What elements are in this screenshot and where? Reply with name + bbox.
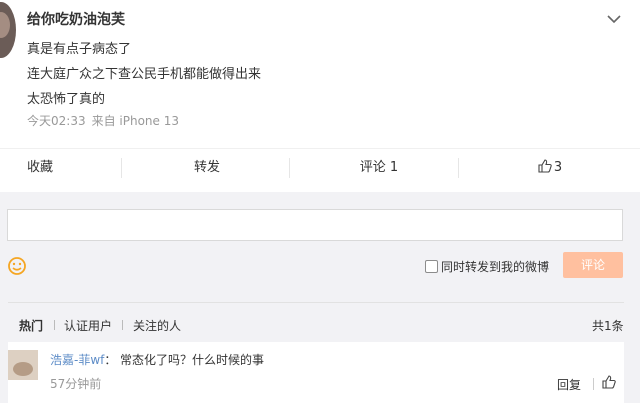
post-text-line: 连大庭广众之下查公民手机都能做得出来	[27, 67, 262, 82]
tab-following[interactable]: 关注的人	[133, 317, 181, 334]
divider	[122, 320, 123, 330]
submit-comment-button[interactable]: 评论	[563, 252, 623, 278]
post-time[interactable]: 今天02:33	[27, 114, 86, 128]
forward-checkbox-label[interactable]: 同时转发到我的微博	[441, 258, 549, 275]
divider	[289, 158, 290, 178]
commenter-name[interactable]: 浩嘉-菲wf：	[50, 351, 116, 368]
author-name[interactable]: 给你吃奶油泡芙	[27, 9, 125, 29]
forward-button[interactable]: 转发	[165, 149, 249, 187]
comment-section: 同时转发到我的微博 评论 热门 认证用户 关注的人 共1条 浩嘉-菲wf： 常态…	[0, 192, 640, 403]
divider	[593, 378, 594, 390]
divider	[8, 302, 624, 303]
commenter-name-text[interactable]: 浩嘉-菲wf	[50, 353, 104, 367]
reply-button[interactable]: 回复	[557, 376, 581, 393]
forward-checkbox[interactable]	[425, 260, 438, 273]
collect-button[interactable]: 收藏	[0, 149, 80, 187]
emoji-icon[interactable]	[7, 256, 27, 276]
comment-input[interactable]	[7, 209, 623, 241]
tab-hot[interactable]: 热门	[19, 317, 43, 334]
comment-button[interactable]: 评论 1	[337, 149, 421, 187]
divider	[121, 158, 122, 178]
weibo-card: 给你吃奶油泡芙 真是有点子病态了 连大庭广众之下查公民手机都能做得出来 太恐怖了…	[0, 0, 640, 403]
comment-item: 浩嘉-菲wf： 常态化了吗？什么时候的事 57分钟前 回复	[8, 342, 624, 403]
divider	[54, 320, 55, 330]
post-text-line: 太恐怖了真的	[27, 92, 106, 107]
thumb-up-icon	[538, 159, 552, 173]
commenter-avatar[interactable]	[8, 350, 38, 380]
author-avatar[interactable]	[0, 2, 16, 58]
like-button[interactable]: 3	[520, 149, 580, 187]
like-count: 3	[553, 160, 563, 175]
name-separator: ：	[104, 353, 117, 367]
post-text-line: 真是有点子病态了	[27, 42, 132, 57]
comment-time: 57分钟前	[50, 377, 102, 391]
action-bar: 收藏 转发 评论 1 3	[0, 148, 640, 187]
tab-verified[interactable]: 认证用户	[64, 317, 112, 334]
post-meta: 今天02:33 来自 iPhone 13	[27, 112, 185, 129]
comment-count: 共1条	[592, 319, 624, 333]
divider	[458, 158, 459, 178]
chevron-down-icon[interactable]	[606, 12, 622, 26]
thumb-up-icon[interactable]	[602, 375, 616, 389]
post-source: 来自 iPhone 13	[91, 114, 179, 128]
comment-text: 常态化了吗？什么时候的事	[120, 353, 265, 367]
